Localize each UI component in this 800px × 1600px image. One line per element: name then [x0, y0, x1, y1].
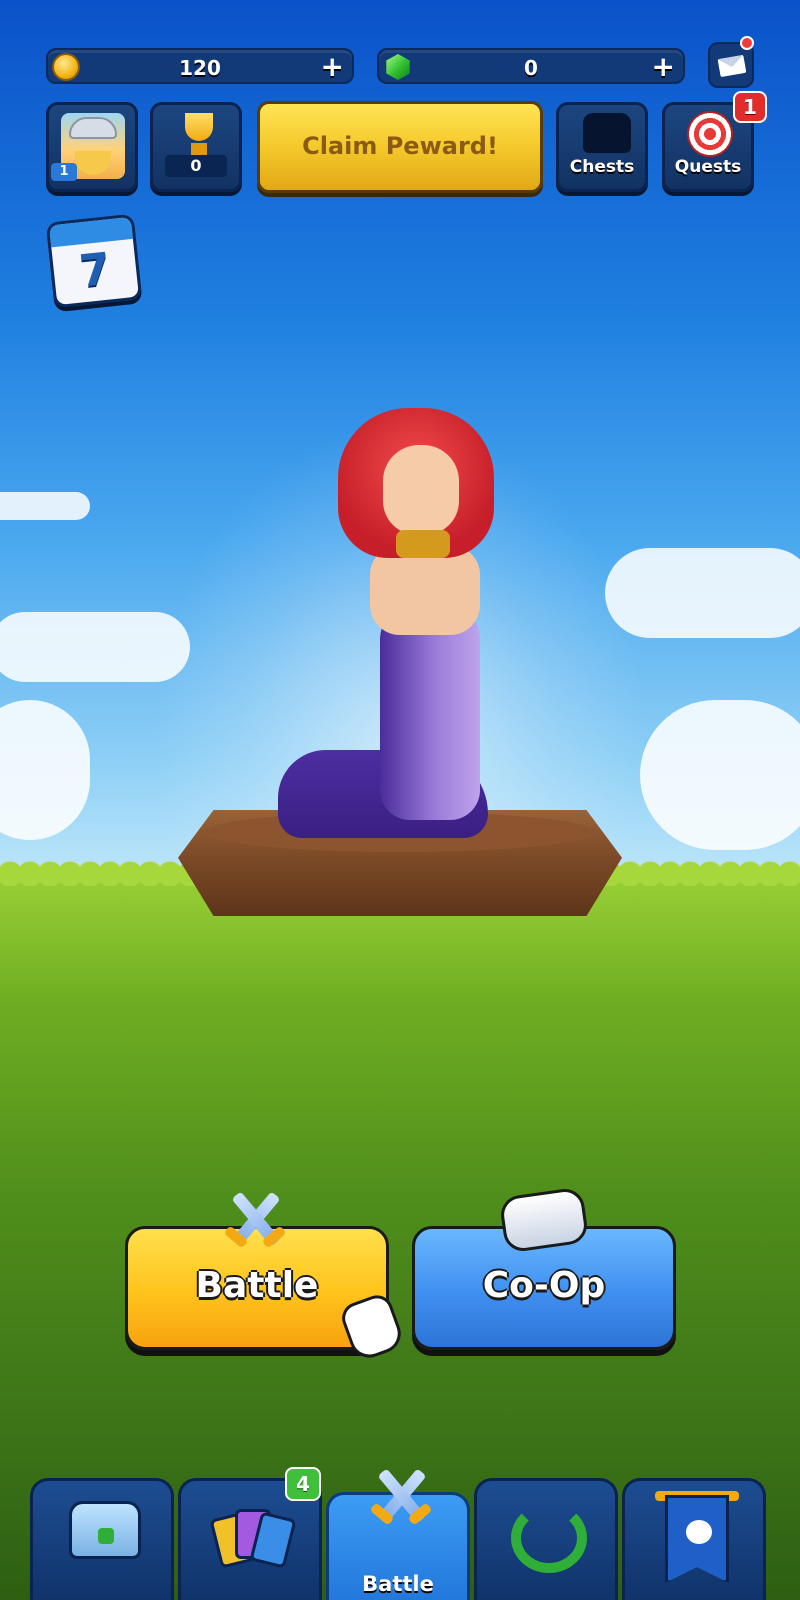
trophy-count: 0 — [165, 155, 227, 177]
clan-banner-icon — [665, 1495, 729, 1583]
quests-badge: 1 — [733, 91, 767, 123]
calendar-day: 7 — [77, 243, 113, 298]
player-level: 1 — [51, 163, 77, 181]
target-icon — [687, 111, 733, 157]
crossed-swords-icon — [366, 1465, 436, 1535]
cards-icon — [209, 1505, 297, 1575]
calendar-button[interactable]: 7 — [45, 213, 143, 309]
cards-badge: 4 — [285, 1467, 321, 1501]
profile-button[interactable]: 1 — [46, 102, 138, 192]
mail-button[interactable] — [708, 36, 754, 88]
cloud — [605, 548, 800, 638]
gem-value: 0 — [524, 56, 538, 80]
cloud — [0, 492, 90, 520]
claim-reward-label: Claim Peward! — [302, 132, 498, 160]
add-gems-button[interactable]: + — [652, 53, 675, 81]
claim-reward-button[interactable]: Claim Peward! — [257, 101, 543, 193]
coin-counter[interactable]: 120 + — [46, 48, 354, 84]
quests-button[interactable]: Quests 1 — [662, 91, 767, 192]
nav-tab-cards[interactable]: 4 — [178, 1467, 322, 1600]
nav-tab-battle[interactable]: Battle — [326, 1468, 470, 1600]
quests-label: Quests — [674, 157, 742, 177]
nav-tab-clan[interactable] — [622, 1478, 766, 1600]
banner-emblem — [686, 1520, 712, 1544]
chests-button[interactable]: Chests — [556, 102, 648, 192]
gem-counter[interactable]: 0 + — [377, 48, 685, 84]
character-collar — [396, 530, 450, 558]
trophy-base — [191, 143, 207, 155]
coin-value: 120 — [179, 56, 221, 80]
chest-silhouette-icon — [583, 113, 631, 153]
trophy-cup — [185, 113, 213, 141]
laurel-wreath-icon — [511, 1503, 587, 1573]
add-coins-button[interactable]: + — [321, 53, 344, 81]
trophy-icon — [177, 113, 221, 159]
cloud — [640, 700, 800, 850]
nav-tab-leagues[interactable] — [474, 1478, 618, 1600]
notification-dot — [740, 36, 754, 50]
cloud — [0, 612, 190, 682]
character-face — [383, 445, 459, 535]
chests-label: Chests — [569, 157, 635, 177]
nav-tab-shop[interactable] — [30, 1478, 174, 1600]
beard — [75, 151, 111, 175]
treasure-chest-icon — [69, 1501, 141, 1559]
battle-label: Battle — [195, 1265, 319, 1306]
character-torso — [370, 545, 480, 635]
mail-icon — [717, 54, 747, 78]
helmet — [69, 117, 117, 139]
coop-label: Co-Op — [482, 1265, 606, 1306]
nav-tab-battle-label: Battle — [362, 1572, 434, 1596]
crossed-swords-icon — [220, 1188, 290, 1258]
trophies-button[interactable]: 0 — [150, 102, 242, 192]
chest-lock — [98, 1528, 114, 1544]
